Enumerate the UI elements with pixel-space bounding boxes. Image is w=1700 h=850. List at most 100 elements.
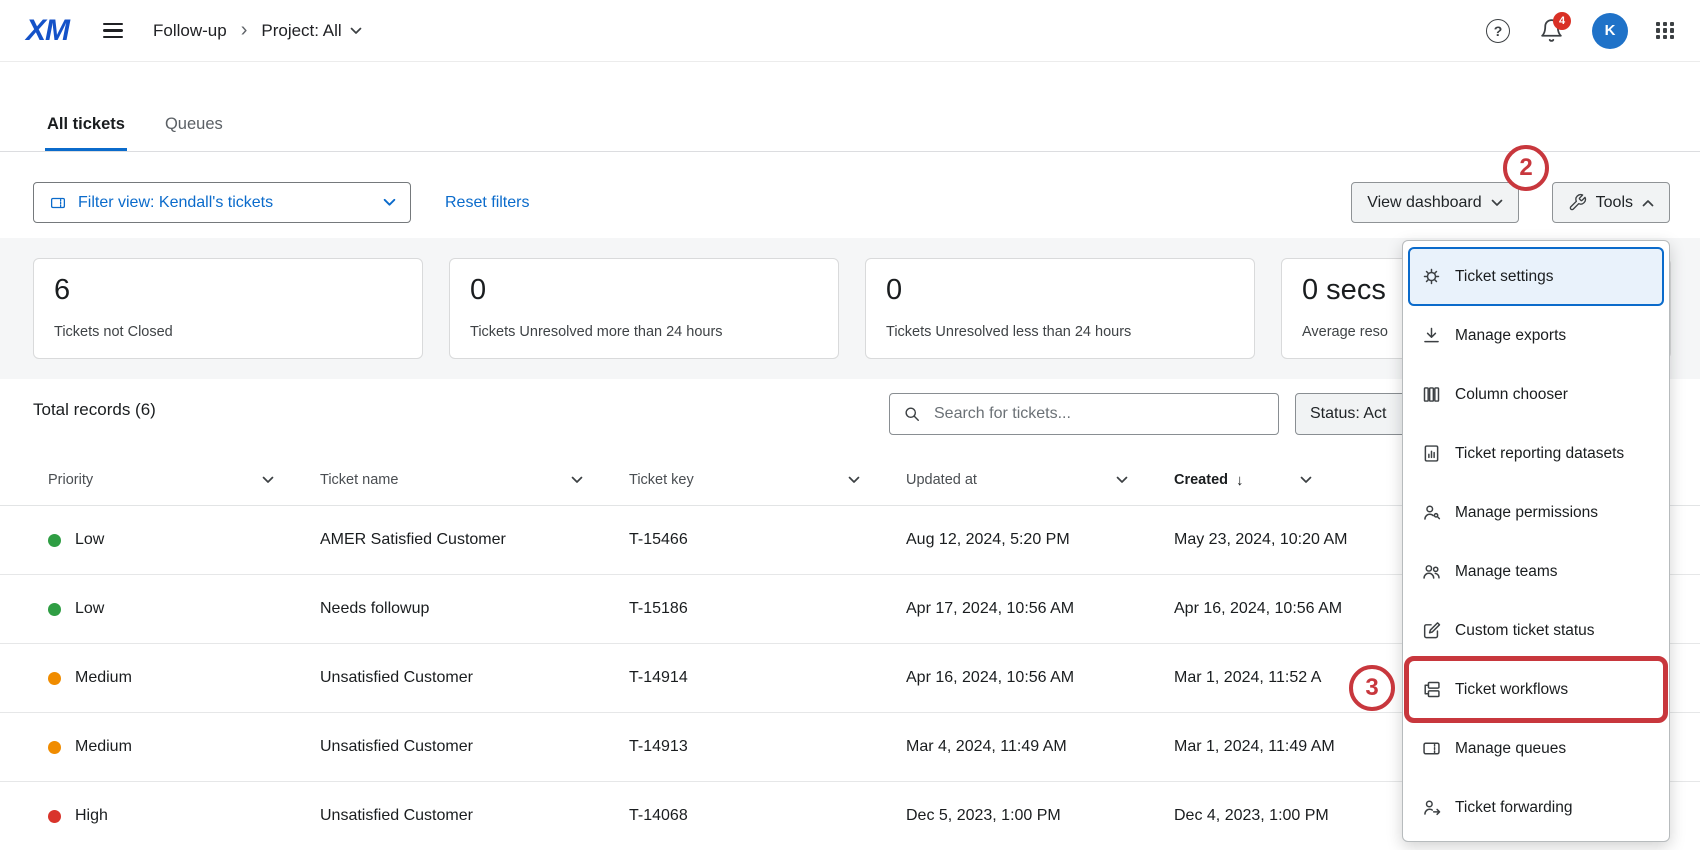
view-dashboard-button[interactable]: View dashboard [1351, 182, 1518, 223]
chevron-down-icon [1491, 199, 1503, 207]
ticket-key-cell: T-14914 [629, 669, 906, 687]
ticket-name-cell: Unsatisfied Customer [320, 669, 629, 687]
menu-item-ticket-reporting-datasets[interactable]: Ticket reporting datasets [1408, 424, 1664, 483]
sort-desc-icon: ↓ [1236, 472, 1244, 489]
ticket-name-cell: Needs followup [320, 600, 629, 618]
chevron-down-icon[interactable] [1300, 476, 1312, 484]
updated-at-cell: Apr 16, 2024, 10:56 AM [906, 669, 1174, 687]
updated-at-cell: Aug 12, 2024, 5:20 PM [906, 531, 1174, 549]
priority-label: Low [75, 531, 104, 549]
stat-value: 0 [470, 274, 818, 307]
app-window: XM Follow-up › Project: All ? 4 K All [0, 0, 1700, 850]
stat-value: 0 [886, 274, 1234, 307]
search-icon [902, 404, 922, 424]
annotation-step-3: 3 [1349, 665, 1395, 711]
header-updated-at-label: Updated at [906, 472, 977, 488]
chevron-down-icon [383, 198, 396, 207]
ticket-key-cell: T-14068 [629, 807, 906, 825]
priority-label: Medium [75, 669, 132, 687]
search-input[interactable] [932, 404, 1266, 424]
menu-item-label: Column chooser [1455, 386, 1568, 404]
header-updated-at[interactable]: Updated at [906, 472, 1174, 488]
priority-dot [48, 672, 61, 685]
menu-item-ticket-workflows[interactable]: Ticket workflows [1408, 660, 1664, 719]
header-priority[interactable]: Priority [48, 472, 320, 488]
stat-label: Tickets Unresolved less than 24 hours [886, 324, 1234, 340]
notification-badge: 4 [1553, 12, 1571, 30]
ticket-key-cell: T-14913 [629, 738, 906, 756]
breadcrumb-project-label: Project: All [261, 21, 341, 41]
menu-item-label: Manage teams [1455, 563, 1558, 581]
header-ticket-name[interactable]: Ticket name [320, 472, 629, 488]
view-dashboard-label: View dashboard [1367, 194, 1481, 212]
menu-item-manage-exports[interactable]: Manage exports [1408, 306, 1664, 365]
total-records-label: Total records (6) [33, 400, 156, 420]
menu-item-label: Ticket reporting datasets [1455, 445, 1624, 463]
ticket-key-cell: T-15466 [629, 531, 906, 549]
priority-cell: Medium [48, 738, 320, 756]
header-created-label: Created [1174, 472, 1228, 488]
people-icon [1420, 561, 1442, 583]
updated-at-cell: Apr 17, 2024, 10:56 AM [906, 600, 1174, 618]
tools-button[interactable]: Tools [1552, 182, 1670, 223]
stat-value: 6 [54, 274, 402, 307]
help-icon[interactable]: ? [1486, 19, 1510, 43]
ticket-icon [1420, 738, 1442, 760]
ticket-icon [48, 194, 68, 212]
stat-card: 0 Tickets Unresolved less than 24 hours [865, 258, 1255, 359]
chevron-up-icon [1642, 199, 1654, 207]
chevron-down-icon[interactable] [571, 476, 583, 484]
filter-view-dropdown[interactable]: Filter view: Kendall's tickets [33, 182, 411, 223]
filter-bar: Filter view: Kendall's tickets Reset fil… [33, 182, 1670, 223]
chevron-down-icon[interactable] [262, 476, 274, 484]
status-filter-label: Status: Act [1310, 405, 1386, 423]
ticket-search[interactable] [889, 393, 1279, 435]
menu-item-ticket-settings[interactable]: Ticket settings [1408, 247, 1664, 306]
ticket-name-cell: Unsatisfied Customer [320, 738, 629, 756]
breadcrumb-project-dropdown[interactable]: Project: All [261, 21, 361, 41]
header-ticket-key[interactable]: Ticket key [629, 472, 906, 488]
person-arrow-icon [1420, 797, 1442, 819]
chevron-down-icon[interactable] [848, 476, 860, 484]
tools-dropdown-menu: Ticket settings Manage exports Column ch… [1402, 240, 1670, 842]
menu-item-manage-permissions[interactable]: Manage permissions [1408, 483, 1664, 542]
person-key-icon [1420, 502, 1442, 524]
tools-label: Tools [1596, 194, 1633, 212]
breadcrumb-separator-icon: › [241, 19, 248, 42]
breadcrumb-section[interactable]: Follow-up [153, 21, 227, 41]
menu-item-ticket-forwarding[interactable]: Ticket forwarding [1408, 778, 1664, 837]
tab-all-tickets[interactable]: All tickets [45, 97, 127, 151]
download-icon [1420, 325, 1442, 347]
updated-at-cell: Mar 4, 2024, 11:49 AM [906, 738, 1174, 756]
priority-dot [48, 741, 61, 754]
menu-item-label: Manage permissions [1455, 504, 1598, 522]
wrench-icon [1568, 193, 1587, 212]
reset-filters-link[interactable]: Reset filters [445, 194, 529, 212]
priority-label: High [75, 807, 108, 825]
ticket-name-cell: Unsatisfied Customer [320, 807, 629, 825]
priority-cell: Low [48, 600, 320, 618]
header-ticket-key-label: Ticket key [629, 472, 694, 488]
annotation-step-2: 2 [1503, 145, 1549, 191]
hamburger-menu-icon[interactable] [103, 23, 123, 39]
tab-queues[interactable]: Queues [163, 97, 225, 151]
menu-item-column-chooser[interactable]: Column chooser [1408, 365, 1664, 424]
menu-item-label: Ticket forwarding [1455, 799, 1572, 817]
menu-item-label: Ticket settings [1455, 268, 1554, 286]
menu-item-label: Custom ticket status [1455, 622, 1595, 640]
chevron-down-icon [350, 27, 362, 35]
ticket-name-cell: AMER Satisfied Customer [320, 531, 629, 549]
menu-item-manage-teams[interactable]: Manage teams [1408, 542, 1664, 601]
top-bar: XM Follow-up › Project: All ? 4 K [0, 0, 1700, 62]
chevron-down-icon[interactable] [1116, 476, 1128, 484]
app-grid-icon[interactable] [1656, 22, 1674, 40]
stat-card: 6 Tickets not Closed [33, 258, 423, 359]
priority-label: Low [75, 600, 104, 618]
updated-at-cell: Dec 5, 2023, 1:00 PM [906, 807, 1174, 825]
avatar[interactable]: K [1592, 13, 1628, 49]
notifications-bell[interactable]: 4 [1538, 18, 1564, 44]
priority-dot [48, 603, 61, 616]
menu-item-custom-ticket-status[interactable]: Custom ticket status [1408, 601, 1664, 660]
stat-label: Tickets not Closed [54, 324, 402, 340]
menu-item-manage-queues[interactable]: Manage queues [1408, 719, 1664, 778]
